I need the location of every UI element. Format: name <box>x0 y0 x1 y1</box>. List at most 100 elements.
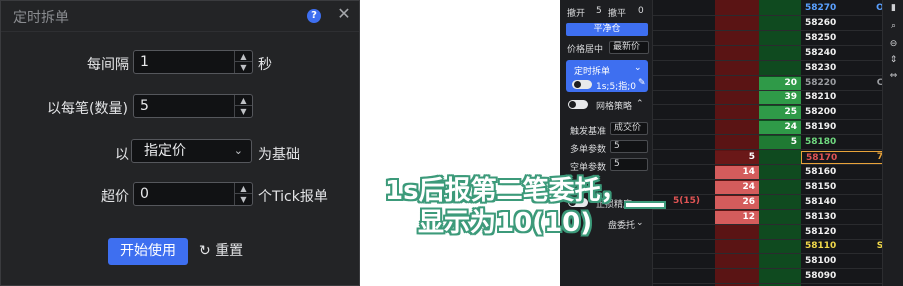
ladder-row-divider <box>653 15 889 16</box>
ladder-row-divider <box>653 193 889 195</box>
pending-order-tag: 5(15) <box>673 196 701 206</box>
price-level[interactable]: 58260 <box>801 17 889 30</box>
ladder-row-divider <box>653 119 889 121</box>
price-level[interactable]: 58180 <box>801 136 889 149</box>
over-price-unit: 个Tick报单 <box>258 189 328 205</box>
price-level[interactable]: 58190 <box>801 121 889 134</box>
ladder-row-divider <box>653 208 889 210</box>
ladder-row-divider <box>653 283 889 285</box>
price-level[interactable]: 58230 <box>801 62 889 75</box>
base-price-value: 指定价 <box>144 143 186 159</box>
over-price-input[interactable]: 0 ▲ ▼ <box>133 182 253 206</box>
ask-volume-cell[interactable]: 20 <box>759 76 801 90</box>
ladder-row-divider <box>653 178 889 180</box>
price-center-label: 价格居中 <box>567 45 604 55</box>
search-icon[interactable]: ⌕ <box>887 20 900 33</box>
ladder-row-divider <box>653 149 889 151</box>
close-icon[interactable]: ✕ <box>335 5 353 23</box>
split-card-title: 定时拆单 <box>574 67 611 77</box>
ask-volume-cell[interactable]: 39 <box>759 91 801 105</box>
expand-icon[interactable]: ⇕ <box>887 54 900 67</box>
trigger-select[interactable]: 成交价 <box>610 122 648 135</box>
chevron-up-icon[interactable]: ⌃ <box>636 99 644 109</box>
help-icon[interactable]: ? <box>307 9 321 23</box>
refresh-icon: ↻ <box>199 243 211 259</box>
price-center-select[interactable]: 最新价 <box>609 41 649 54</box>
chart-icon[interactable]: ▮ <box>887 2 900 15</box>
long-params-input[interactable]: 5 <box>610 140 648 153</box>
split-order-dialog: 定时拆单 ? ✕ 每间隔 1 ▲ ▼ 秒 以每笔(数量) 5 ▲ ▼ 以 指定价… <box>0 0 360 286</box>
price-level[interactable]: 58090 <box>801 270 889 283</box>
price-level[interactable]: 58150 <box>801 181 889 194</box>
price-level[interactable]: 58120 <box>801 226 889 239</box>
per-quantity-stepper[interactable]: ▲ ▼ <box>234 95 252 117</box>
ladder-row-divider <box>653 44 889 46</box>
ladder-row-divider <box>653 74 889 76</box>
dialog-title: 定时拆单 <box>13 10 69 26</box>
stepper-up-icon[interactable]: ▲ <box>235 51 252 62</box>
ladder-row-divider <box>653 29 889 31</box>
ladder-row-divider <box>653 89 889 91</box>
price-level[interactable]: 58100 <box>801 255 889 268</box>
ask-volume-cell[interactable]: 5 <box>759 136 801 150</box>
ladder-row-divider <box>653 268 889 270</box>
per-quantity-input[interactable]: 5 ▲ ▼ <box>133 94 253 118</box>
interval-unit: 秒 <box>258 57 272 73</box>
bid-volume-cell[interactable]: 24 <box>715 180 759 194</box>
bid-volume-cell[interactable]: 26 <box>715 195 759 209</box>
price-level[interactable]: 58140 <box>801 196 889 209</box>
over-price-stepper[interactable]: ▲ ▼ <box>234 183 252 205</box>
reset-button[interactable]: ↻ 重置 <box>199 238 243 265</box>
order-sidebar: 撤开 5 撤平 0 平净仓 价格居中 最新价 定时拆单 ⌄ 1s;5;指;0 ✎… <box>560 0 653 286</box>
interval-value: 1 <box>140 54 149 70</box>
trading-panel: 撤开 5 撤平 0 平净仓 价格居中 最新价 定时拆单 ⌄ 1s;5;指;0 ✎… <box>560 0 903 286</box>
price-level[interactable]: 58200 <box>801 106 889 119</box>
base-price-select[interactable]: 指定价 ⌄ <box>131 139 252 163</box>
ask-volume-cell[interactable]: 24 <box>759 121 801 135</box>
price-level[interactable]: 58130 <box>801 211 889 224</box>
pending-orders-label: 盘委托 <box>608 221 636 231</box>
sidebar-open-count: 5 <box>596 6 602 16</box>
start-button[interactable]: 开始使用 <box>108 238 188 265</box>
grid-strategy-label: 网格策略 <box>596 102 633 112</box>
reset-label: 重置 <box>215 243 244 259</box>
per-quantity-label: 以每笔(数量) <box>47 101 128 117</box>
stepper-down-icon[interactable]: ▼ <box>235 194 252 205</box>
base-prefix: 以 <box>115 147 129 163</box>
side-toolbar: ▮ ⌕ ⊖ ⇕ ⇔ <box>882 0 903 286</box>
edit-icon[interactable]: ✎ <box>638 78 646 88</box>
grid-toggle[interactable] <box>568 100 588 109</box>
bid-volume-cell[interactable]: 14 <box>715 165 759 179</box>
ladder-row-divider <box>653 253 889 255</box>
price-level[interactable]: 58160 <box>801 166 889 179</box>
bid-volume-cell[interactable]: 5 <box>715 151 759 164</box>
ladder-row-divider <box>653 164 889 165</box>
sidebar-close-count: 0 <box>638 6 644 16</box>
long-params-label: 多单参数 <box>570 145 607 155</box>
interval-label: 每间隔 <box>87 57 129 73</box>
flatten-button[interactable]: 平净仓 <box>566 23 648 36</box>
bid-column[interactable] <box>715 0 759 286</box>
ladder-row-divider <box>653 59 889 61</box>
price-level[interactable]: 58210 <box>801 91 889 104</box>
stepper-up-icon[interactable]: ▲ <box>235 183 252 194</box>
zoom-out-icon[interactable]: ⊖ <box>887 38 900 51</box>
stepper-up-icon[interactable]: ▲ <box>235 95 252 106</box>
ask-volume-cell[interactable]: 25 <box>759 106 801 120</box>
ladder-row-divider <box>653 104 889 106</box>
price-level[interactable]: 58250 <box>801 32 889 45</box>
sidebar-open-label: 撤开 <box>567 9 586 19</box>
over-price-label: 超价 <box>101 189 129 205</box>
title-divider <box>1 31 359 32</box>
price-level[interactable]: 58240 <box>801 47 889 60</box>
collapse-icon[interactable]: ⇔ <box>887 70 900 83</box>
ladder-row-divider <box>653 223 889 225</box>
stepper-down-icon[interactable]: ▼ <box>235 106 252 117</box>
interval-input[interactable]: 1 ▲ ▼ <box>133 50 253 74</box>
split-toggle[interactable] <box>572 80 592 89</box>
split-order-card[interactable]: 定时拆单 ⌄ 1s;5;指;0 ✎ <box>566 60 648 92</box>
interval-stepper[interactable]: ▲ ▼ <box>234 51 252 73</box>
bid-volume-cell[interactable]: 12 <box>715 210 759 224</box>
stepper-down-icon[interactable]: ▼ <box>235 62 252 73</box>
chevron-down-icon[interactable]: ⌄ <box>636 218 644 228</box>
